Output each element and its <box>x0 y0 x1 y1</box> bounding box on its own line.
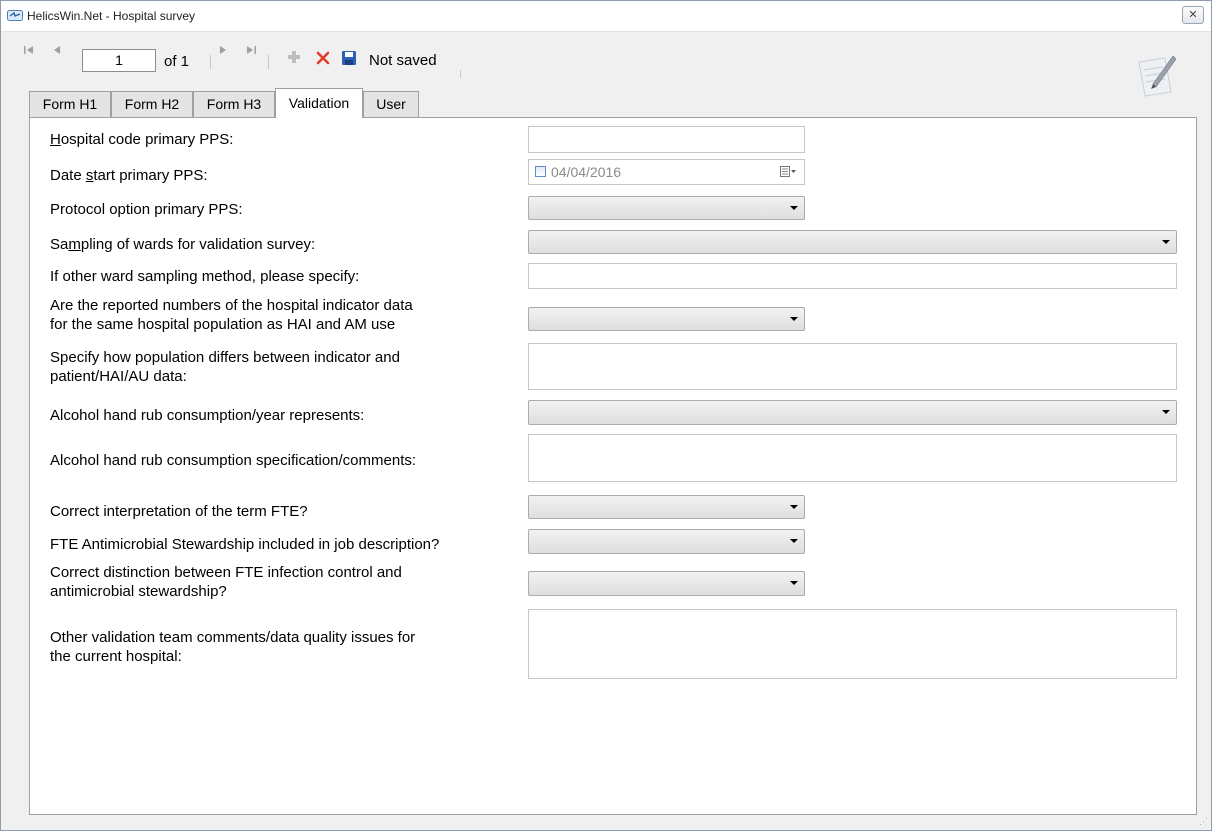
tab-user[interactable]: User <box>363 91 419 117</box>
record-number-input[interactable]: 1 <box>82 49 156 72</box>
chevron-down-icon <box>1162 240 1170 244</box>
label-text: ospital code primary PPS: <box>60 131 234 148</box>
label-line: the current hospital: <box>50 648 182 665</box>
toolbar-separator <box>268 55 269 69</box>
label-line: Other validation team comments/data qual… <box>50 629 416 646</box>
calendar-dropdown-icon[interactable] <box>780 166 796 181</box>
other-sampling-input[interactable] <box>528 263 1177 289</box>
same-population-label: Are the reported numbers of the hospital… <box>50 296 413 334</box>
edit-pencil-icon <box>1138 55 1177 97</box>
date-start-label: Date start primary PPS: <box>50 166 208 185</box>
delete-icon[interactable] <box>315 50 331 71</box>
fte-distinction-label: Correct distinction between FTE infectio… <box>50 563 402 601</box>
date-start-picker[interactable]: 04/04/2016 <box>528 159 805 185</box>
chevron-down-icon <box>790 317 798 321</box>
window-title: HelicsWin.Net - Hospital survey <box>27 9 196 23</box>
population-differs-textarea[interactable] <box>528 343 1177 390</box>
chevron-down-icon <box>790 581 798 585</box>
label-line: for the same hospital population as HAI … <box>50 316 396 333</box>
previous-record-icon[interactable] <box>49 43 65 59</box>
label-line: Specify how population differs between i… <box>50 349 400 366</box>
label-line: patient/HAI/AU data: <box>50 368 187 385</box>
chevron-down-icon <box>1162 410 1170 414</box>
tab-form-h1[interactable]: Form H1 <box>29 91 111 117</box>
label-text: tart primary PPS: <box>93 167 208 184</box>
add-icon[interactable] <box>287 50 301 69</box>
same-population-select[interactable] <box>528 307 805 331</box>
label-line: antimicrobial stewardship? <box>50 583 227 600</box>
record-count-label: of 1 <box>164 53 190 70</box>
label-accesskey: m <box>68 236 81 253</box>
app-icon <box>7 10 23 21</box>
app-window: HelicsWin.Net - Hospital survey ✕ 1 of 1… <box>0 0 1212 831</box>
protocol-option-select[interactable] <box>528 196 805 220</box>
fte-distinction-select[interactable] <box>528 571 805 596</box>
record-toolbar: 1 of 1 Not saved <box>1 32 1211 97</box>
chevron-down-icon <box>790 206 798 210</box>
date-start-value: 04/04/2016 <box>551 164 622 180</box>
sampling-wards-label: Sampling of wards for validation survey: <box>50 235 315 254</box>
label-accesskey: H <box>50 131 61 148</box>
tab-validation[interactable]: Validation <box>275 88 363 118</box>
label-text: Date <box>50 167 86 184</box>
alcohol-comments-label: Alcohol hand rub consumption specificati… <box>50 452 417 469</box>
toolbar-separator <box>460 70 461 78</box>
label-line: Correct distinction between FTE infectio… <box>50 564 402 581</box>
fte-stewardship-label: FTE Antimicrobial Stewardship included i… <box>50 536 440 553</box>
chevron-down-icon <box>790 505 798 509</box>
other-comments-label: Other validation team comments/data qual… <box>50 628 415 666</box>
fte-stewardship-select[interactable] <box>528 529 805 554</box>
protocol-option-label: Protocol option primary PPS: <box>50 201 243 218</box>
save-status: Not saved <box>369 52 437 69</box>
label-text: Sa <box>50 236 69 253</box>
last-record-icon[interactable] <box>243 43 259 59</box>
title-bar: HelicsWin.Net - Hospital survey ✕ <box>1 1 1211 32</box>
date-enable-checkbox[interactable] <box>535 166 546 177</box>
alcohol-comments-textarea[interactable] <box>528 434 1177 482</box>
population-differs-label: Specify how population differs between i… <box>50 348 400 386</box>
alcohol-represents-label: Alcohol hand rub consumption/year repres… <box>50 407 365 424</box>
tab-form-h2[interactable]: Form H2 <box>111 91 193 117</box>
toolbar-separator <box>210 55 211 69</box>
other-sampling-label: If other ward sampling method, please sp… <box>50 268 360 285</box>
fte-interpretation-select[interactable] <box>528 495 805 519</box>
alcohol-represents-select[interactable] <box>528 400 1177 425</box>
label-text: pling of wards for validation survey: <box>80 236 316 253</box>
close-button[interactable]: ✕ <box>1182 6 1204 24</box>
resize-grip-icon[interactable]: ⋰ <box>1199 816 1208 827</box>
tab-form-h3[interactable]: Form H3 <box>193 91 275 117</box>
fte-interpretation-label: Correct interpretation of the term FTE? <box>50 503 308 520</box>
other-comments-textarea[interactable] <box>528 609 1177 679</box>
first-record-icon[interactable] <box>21 43 37 59</box>
next-record-icon[interactable] <box>215 43 231 59</box>
sampling-wards-select[interactable] <box>528 230 1177 254</box>
label-line: Are the reported numbers of the hospital… <box>50 297 413 314</box>
hospital-code-label: Hospital code primary PPS: <box>50 130 233 149</box>
chevron-down-icon <box>790 539 798 543</box>
save-icon[interactable] <box>341 50 357 71</box>
hospital-code-input[interactable] <box>528 126 805 153</box>
